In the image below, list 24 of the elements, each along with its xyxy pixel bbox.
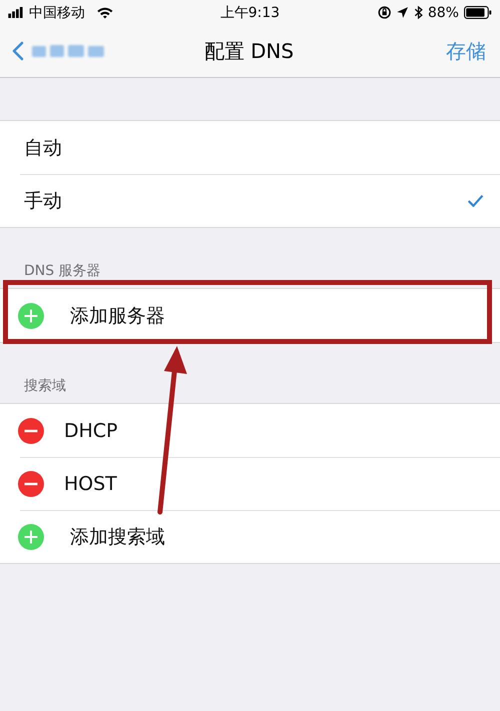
battery-icon [464,6,492,19]
checkmark-icon [467,194,484,207]
option-row[interactable]: 自动 [0,121,500,174]
back-chevron-icon [12,40,24,62]
add-icon [18,524,44,550]
add-icon [18,302,44,328]
section-header: DNS 服务器 [23,262,102,281]
bluetooth-icon [414,6,423,19]
remove-icon [18,470,44,496]
clock-time: 上午9:13 [220,4,280,22]
carrier-name: 中国移动 [29,4,85,22]
remove-icon [18,418,44,444]
battery-percent: 88% [428,4,459,20]
signal-icon [8,7,24,18]
location-icon [396,6,409,19]
section-header: 搜索域 [23,377,67,396]
list-row[interactable]: HOST [0,457,500,510]
option-row[interactable]: 手动 [0,174,500,227]
list-row[interactable]: 添加服务器 [0,289,500,342]
page-title: 配置 DNS [204,38,294,64]
list-row[interactable]: DHCP [0,404,500,457]
list-row[interactable]: 添加搜索域 [0,510,500,563]
rotation-lock-icon [378,6,391,19]
wifi-icon [96,6,114,19]
